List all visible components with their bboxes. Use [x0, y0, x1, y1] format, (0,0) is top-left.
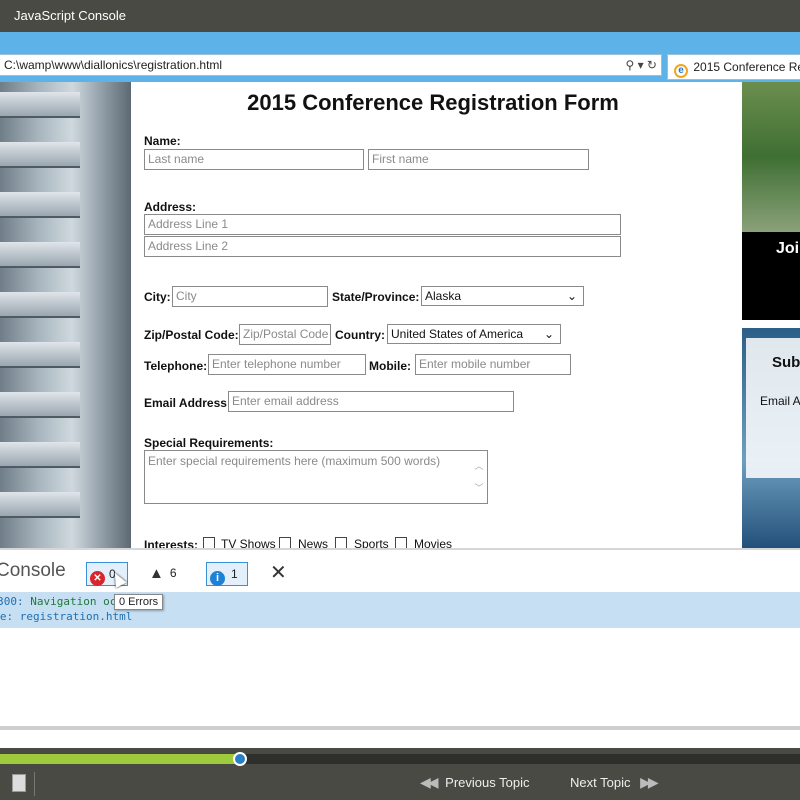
- country-label: Country:: [335, 328, 385, 342]
- state-label: State/Province:: [332, 290, 420, 304]
- warning-icon: ▲: [149, 565, 164, 582]
- errors-tooltip: 0 Errors: [114, 594, 164, 610]
- progress-handle[interactable]: [233, 752, 247, 766]
- sidebar-panel: Joi Sub Email A: [742, 82, 800, 548]
- address-label: Address:: [144, 200, 197, 214]
- telephone-label: Telephone:: [144, 359, 208, 373]
- address-line2-input[interactable]: Address Line 2: [144, 236, 621, 257]
- previous-topic-label: Previous Topic: [445, 775, 530, 790]
- rack-unit: [0, 142, 80, 168]
- city-label: City:: [144, 290, 171, 304]
- divider: [34, 772, 35, 796]
- player-bar: ◀◀ Previous Topic Next Topic ▶▶: [0, 748, 800, 800]
- ie-icon: e: [674, 64, 688, 78]
- textarea-scrollbar[interactable]: ︿ ﹀: [473, 455, 485, 499]
- warnings-count: 6: [169, 566, 177, 580]
- message-code: HTML1300:: [0, 595, 24, 608]
- screen: JavaScript Console C:\wamp\www\diallonic…: [0, 0, 800, 800]
- special-requirements-label: Special Requirements:: [144, 436, 274, 450]
- rack-unit: [0, 342, 80, 368]
- message-file-link[interactable]: File: registration.html: [0, 610, 132, 623]
- window-title: JavaScript Console: [0, 0, 800, 32]
- join-banner-text: Joi: [776, 240, 800, 257]
- subscribe-title: Sub: [772, 354, 800, 371]
- rack-unit: [0, 292, 80, 318]
- subscribe-panel: Sub Email A: [746, 338, 800, 478]
- special-requirements-placeholder: Enter special requirements here (maximum…: [148, 454, 441, 468]
- previous-topic-button[interactable]: ◀◀ Previous Topic: [420, 774, 529, 791]
- error-icon: ✕: [90, 571, 105, 586]
- email-label: Email Address:: [144, 396, 231, 410]
- address-text: C:\wamp\www\diallonics\registration.html: [4, 58, 223, 72]
- checkbox-label: TV Shows: [221, 537, 276, 548]
- mobile-input[interactable]: Enter mobile number: [415, 354, 571, 375]
- address-bar[interactable]: C:\wamp\www\diallonics\registration.html…: [0, 54, 662, 76]
- name-label: Name:: [144, 134, 181, 148]
- mobile-label: Mobile:: [369, 359, 411, 373]
- country-select[interactable]: United States of America ⌄: [387, 324, 561, 344]
- telephone-input[interactable]: Enter telephone number: [208, 354, 366, 375]
- last-name-input[interactable]: Last name: [144, 149, 364, 170]
- transcript-icon[interactable]: [12, 774, 26, 792]
- join-banner: Joi: [742, 232, 800, 320]
- rack-unit: [0, 242, 80, 268]
- checkbox-movies[interactable]: [395, 537, 407, 548]
- search-refresh-icons[interactable]: ⚲ ▾ ↻: [625, 55, 657, 75]
- zip-input[interactable]: Zip/Postal Code: [239, 324, 331, 345]
- special-requirements-textarea[interactable]: Enter special requirements here (maximum…: [144, 450, 488, 504]
- checkbox-label: Movies: [414, 537, 453, 548]
- checkbox-news[interactable]: [279, 537, 291, 548]
- warnings-filter-button[interactable]: ▲ 6: [146, 562, 186, 586]
- page-title: 2015 Conference Registration Form: [247, 90, 619, 115]
- chevron-down-icon: ⌄: [566, 289, 577, 303]
- browser-toolbar: C:\wamp\www\diallonics\registration.html…: [0, 32, 800, 82]
- console-bottom-border: [0, 726, 800, 730]
- rack-unit: [0, 192, 80, 218]
- next-topic-label: Next Topic: [570, 775, 631, 790]
- email-input[interactable]: Enter email address: [228, 391, 514, 412]
- console-title: Console: [0, 560, 66, 581]
- zip-label: Zip/Postal Code:: [144, 328, 239, 342]
- rack-unit: [0, 392, 80, 418]
- city-input[interactable]: City: [172, 286, 328, 307]
- rewind-icon: ◀◀: [420, 774, 438, 790]
- checkbox-label: News: [298, 537, 329, 548]
- checkbox-label: Sports: [354, 537, 389, 548]
- tab-label: 2015 Conference Registration Form: [693, 60, 800, 74]
- forward-icon: ▶▶: [640, 774, 658, 790]
- rack-unit: [0, 92, 80, 118]
- progress-fill: [0, 754, 240, 764]
- info-icon: i: [210, 571, 225, 586]
- browser-tab[interactable]: e 2015 Conference Registration Form: [667, 54, 800, 80]
- server-rack-image: [0, 82, 131, 548]
- next-topic-button[interactable]: Next Topic ▶▶: [570, 774, 659, 791]
- address-line1-input[interactable]: Address Line 1: [144, 214, 621, 235]
- checkbox-tv-shows[interactable]: [203, 537, 215, 548]
- state-value: Alaska: [425, 289, 462, 303]
- state-select[interactable]: Alaska ⌄: [421, 286, 584, 306]
- subscribe-background: Sub Email A: [742, 328, 800, 548]
- web-page: 2015 Conference Registration Form Name: …: [0, 82, 800, 548]
- subscribe-email-label: Email A: [760, 394, 800, 408]
- javascript-console: Console ✕0 ▲6 i1 ✕ HTML1300: Navigation …: [0, 548, 800, 748]
- info-count: 1: [231, 567, 238, 581]
- checkbox-sports[interactable]: [335, 537, 347, 548]
- interests-label: Interests:: [144, 538, 199, 548]
- rack-unit: [0, 492, 80, 518]
- chevron-down-icon: ⌄: [543, 327, 554, 341]
- campus-photo: [742, 82, 800, 232]
- info-filter-button[interactable]: i1: [206, 562, 248, 586]
- country-value: United States of America: [391, 327, 524, 341]
- clear-console-icon[interactable]: ✕: [270, 560, 287, 585]
- progress-track[interactable]: [0, 752, 800, 766]
- first-name-input[interactable]: First name: [368, 149, 589, 170]
- rack-unit: [0, 442, 80, 468]
